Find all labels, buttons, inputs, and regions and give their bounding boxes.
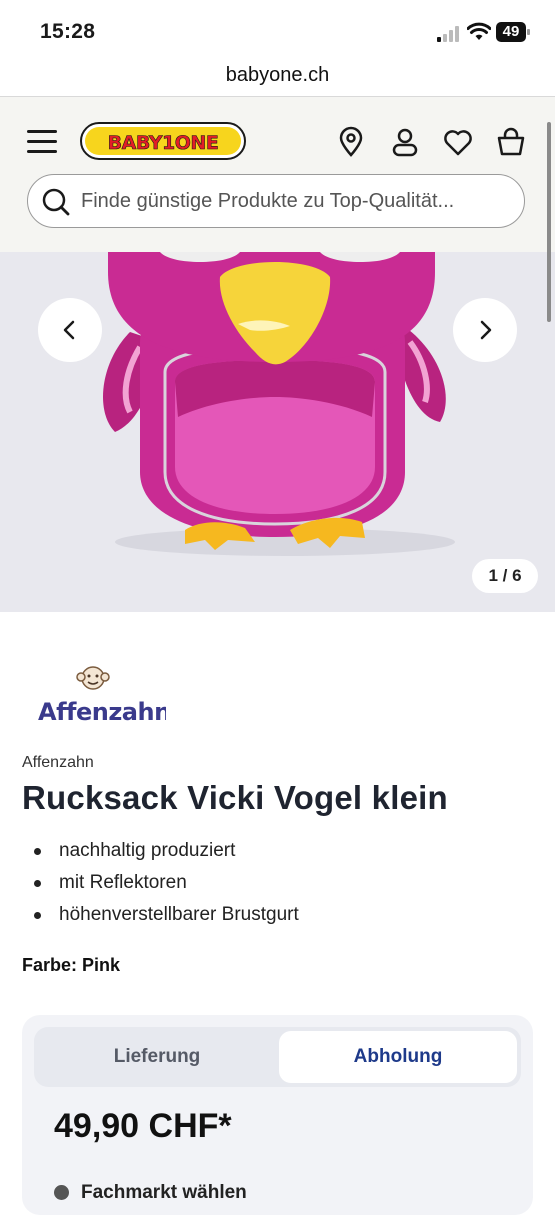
wishlist-heart-icon[interactable] bbox=[442, 126, 474, 158]
brand-logo-text: Affenzahn bbox=[38, 698, 166, 726]
browser-url-bar[interactable]: babyone.ch bbox=[0, 62, 555, 97]
gallery-next-button[interactable] bbox=[453, 298, 517, 362]
url-text: babyone.ch bbox=[225, 64, 330, 86]
tab-delivery[interactable]: Lieferung bbox=[38, 1031, 276, 1083]
product-title: Rucksack Vicki Vogel klein bbox=[22, 779, 448, 816]
gallery-counter: 1 / 6 bbox=[472, 559, 538, 593]
menu-button[interactable] bbox=[27, 128, 57, 156]
store-status-dot bbox=[54, 1185, 69, 1200]
tab-pickup[interactable]: Abholung bbox=[279, 1031, 517, 1083]
cellular-signal-icon bbox=[437, 26, 459, 42]
product-image-gallery[interactable]: 1 / 6 bbox=[0, 252, 555, 612]
battery-icon: 49 bbox=[496, 22, 530, 42]
logo-text: BABY1ONE bbox=[108, 132, 219, 154]
page-scrollbar[interactable] bbox=[547, 122, 551, 322]
brand-logo[interactable]: Affenzahn bbox=[36, 662, 171, 728]
search-icon bbox=[42, 188, 70, 216]
select-store-label: Fachmarkt wählen bbox=[81, 1182, 247, 1203]
feature-item: mit Reflektoren bbox=[22, 870, 299, 902]
status-time: 15:28 bbox=[40, 20, 96, 43]
feature-item: höhenverstellbarer Brustgurt bbox=[22, 902, 299, 934]
color-label: Farbe: Pink bbox=[22, 955, 121, 975]
babyone-logo[interactable]: BABY1ONE bbox=[80, 120, 246, 162]
search-input[interactable]: Finde günstige Produkte zu Top-Qualität.… bbox=[27, 174, 525, 228]
gallery-prev-button[interactable] bbox=[38, 298, 102, 362]
account-icon[interactable] bbox=[389, 126, 421, 158]
battery-level: 49 bbox=[502, 23, 520, 40]
purchase-box: Lieferung Abholung 49,90 CHF* Fachmarkt … bbox=[22, 1015, 533, 1215]
status-bar: 15:28 49 bbox=[0, 0, 555, 62]
product-price: 49,90 CHF* bbox=[54, 1107, 232, 1145]
search-placeholder: Finde günstige Produkte zu Top-Qualität.… bbox=[81, 190, 455, 212]
chevron-right-icon bbox=[480, 320, 492, 340]
cart-basket-icon[interactable] bbox=[495, 126, 527, 158]
brand-name[interactable]: Affenzahn bbox=[22, 754, 94, 772]
wifi-icon bbox=[467, 22, 491, 40]
delivery-mode-tabs: Lieferung Abholung bbox=[34, 1027, 521, 1087]
store-location-icon[interactable] bbox=[335, 126, 367, 158]
feature-item: nachhaltig produziert bbox=[22, 838, 299, 870]
chevron-left-icon bbox=[63, 320, 75, 340]
feature-list: nachhaltig produziert mit Reflektoren hö… bbox=[22, 838, 299, 934]
